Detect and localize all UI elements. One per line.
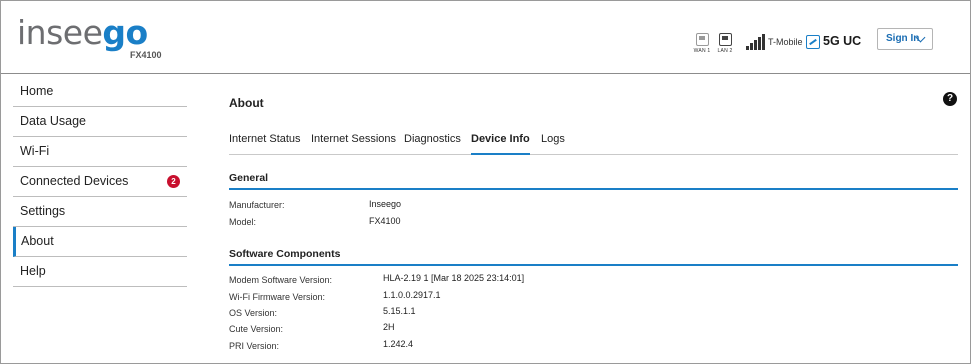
network-type-icon — [806, 35, 820, 49]
tab-logs[interactable]: Logs — [541, 131, 565, 155]
carrier-name: T-Mobile — [768, 37, 803, 47]
pri-version-value: 1.242.4 — [383, 339, 414, 349]
cute-version-value: 2H — [383, 322, 395, 332]
wifi-firmware-value: 1.1.0.0.2917.1 — [383, 290, 441, 300]
network-type-label: 5G UC — [823, 34, 862, 48]
section-general-heading: General — [229, 171, 958, 190]
help-icon[interactable]: ? — [943, 92, 957, 106]
os-version-value: 5.15.1.1 — [383, 306, 416, 316]
os-version-label: OS Version: — [229, 308, 278, 318]
header: inseego FX4100 WAN 1 LAN 2 T-Mobile 5G U… — [1, 1, 970, 74]
pri-version-label: PRI Version: — [229, 341, 280, 351]
sidebar-item-data-usage[interactable]: Data Usage — [13, 107, 187, 137]
sidebar-item-connected-devices[interactable]: Connected Devices 2 — [13, 167, 187, 197]
section-software-heading: Software Components — [229, 247, 958, 266]
lan-port-icon: LAN 2 — [713, 31, 737, 54]
tab-internet-sessions[interactable]: Internet Sessions — [311, 131, 396, 155]
tab-internet-status[interactable]: Internet Status — [229, 131, 301, 155]
model-label: Model: — [229, 217, 257, 227]
inseego-logo[interactable]: inseego — [17, 13, 148, 53]
sidebar-item-label: Connected Devices — [20, 174, 129, 188]
wifi-firmware-label: Wi-Fi Firmware Version: — [229, 292, 326, 302]
tab-device-info[interactable]: Device Info — [471, 131, 530, 155]
sign-in-button[interactable]: Sign In — [877, 28, 933, 50]
modem-software-label: Modem Software Version: — [229, 275, 333, 285]
device-count-badge: 2 — [167, 175, 180, 188]
tab-bar: Internet Status Internet Sessions Diagno… — [229, 131, 958, 155]
manufacturer-label: Manufacturer: — [229, 200, 285, 210]
tab-diagnostics[interactable]: Diagnostics — [404, 131, 461, 155]
sidebar-item-about[interactable]: About — [13, 227, 187, 257]
sidebar-item-help[interactable]: Help — [13, 257, 187, 287]
cute-version-label: Cute Version: — [229, 324, 284, 334]
sidebar-nav: Home Data Usage Wi-Fi Connected Devices … — [13, 77, 187, 287]
model-value: FX4100 — [369, 216, 401, 226]
device-model-label: FX4100 — [130, 50, 162, 60]
sidebar-item-wifi[interactable]: Wi-Fi — [13, 137, 187, 167]
signal-strength-icon — [746, 34, 766, 50]
manufacturer-value: Inseego — [369, 199, 402, 209]
page-title: About — [229, 96, 264, 110]
sidebar-item-home[interactable]: Home — [13, 77, 187, 107]
sidebar-item-settings[interactable]: Settings — [13, 197, 187, 227]
modem-software-value: HLA-2.19 1 [Mar 18 2025 23:14:01] — [383, 273, 525, 283]
wan-port-icon: WAN 1 — [690, 31, 714, 54]
